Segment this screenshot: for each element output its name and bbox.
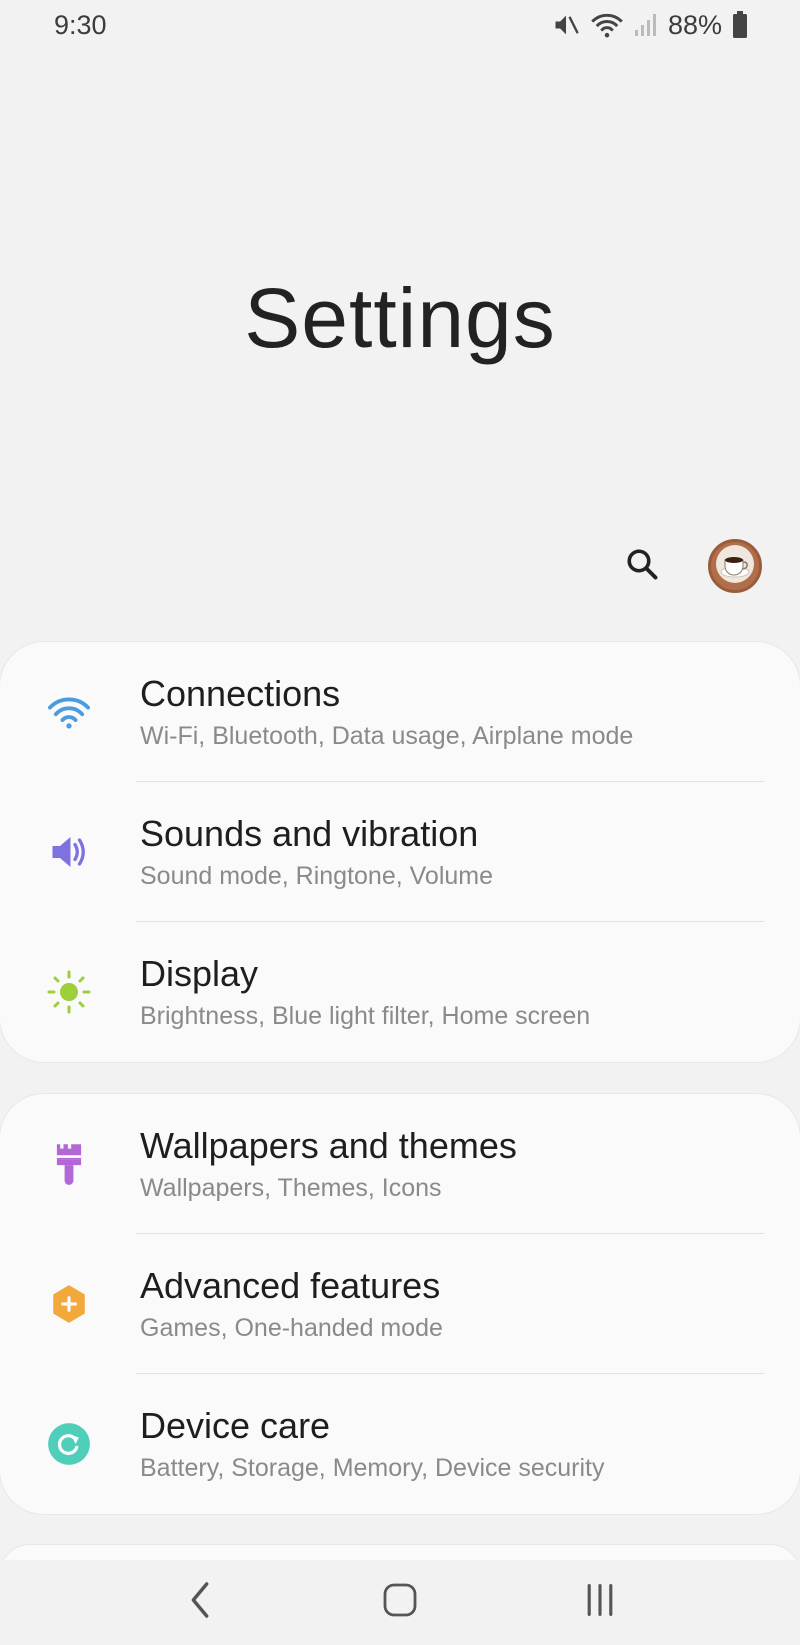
item-title: Display bbox=[140, 953, 259, 994]
navigation-bar bbox=[0, 1560, 800, 1645]
item-subtitle: Games, One-handed mode bbox=[140, 1314, 443, 1342]
recents-button[interactable] bbox=[560, 1563, 640, 1643]
item-subtitle: Brightness, Blue light filter, Home scre… bbox=[140, 1002, 591, 1030]
home-icon bbox=[380, 1580, 420, 1625]
item-title: Sounds and vibration bbox=[140, 813, 479, 854]
item-title: Advanced features bbox=[140, 1265, 441, 1306]
item-title: Device care bbox=[140, 1405, 331, 1446]
speaker-icon bbox=[44, 827, 94, 877]
back-icon bbox=[185, 1580, 215, 1625]
settings-item-advanced[interactable]: Advanced features Games, One-handed mode bbox=[0, 1234, 800, 1374]
device-care-icon bbox=[44, 1419, 94, 1469]
battery-percent: 88% bbox=[667, 9, 722, 40]
item-subtitle: Wi-Fi, Bluetooth, Data usage, Airplane m… bbox=[140, 722, 634, 750]
settings-screen: 9:30 88% Settings Connections Wi-Fi, Blu… bbox=[0, 0, 800, 1645]
status-icons: 88% bbox=[552, 10, 748, 41]
settings-item-display[interactable]: Display Brightness, Blue light filter, H… bbox=[0, 922, 800, 1062]
paintbrush-icon bbox=[44, 1139, 94, 1189]
item-title: Connections bbox=[140, 673, 341, 714]
battery-icon bbox=[732, 11, 748, 39]
settings-item-connections[interactable]: Connections Wi-Fi, Bluetooth, Data usage… bbox=[0, 642, 800, 782]
profile-avatar[interactable] bbox=[708, 539, 762, 593]
item-subtitle: Sound mode, Ringtone, Volume bbox=[140, 862, 494, 890]
item-subtitle: Wallpapers, Themes, Icons bbox=[140, 1174, 442, 1202]
recents-icon bbox=[582, 1582, 618, 1623]
signal-icon bbox=[634, 12, 658, 38]
settings-group-2: Wallpapers and themes Wallpapers, Themes… bbox=[0, 1094, 800, 1514]
search-button[interactable] bbox=[614, 538, 670, 594]
sun-icon bbox=[44, 967, 94, 1017]
status-time: 9:30 bbox=[54, 9, 107, 40]
status-bar: 9:30 88% bbox=[0, 0, 800, 50]
back-button[interactable] bbox=[160, 1563, 240, 1643]
wifi-icon bbox=[44, 687, 94, 737]
settings-item-sounds[interactable]: Sounds and vibration Sound mode, Rington… bbox=[0, 782, 800, 922]
settings-item-wallpapers[interactable]: Wallpapers and themes Wallpapers, Themes… bbox=[0, 1094, 800, 1234]
settings-group-1: Connections Wi-Fi, Bluetooth, Data usage… bbox=[0, 642, 800, 1062]
search-icon bbox=[624, 546, 660, 587]
coffee-cup-icon bbox=[715, 544, 755, 589]
mute-icon bbox=[552, 11, 580, 39]
home-button[interactable] bbox=[360, 1563, 440, 1643]
wifi-status-icon bbox=[590, 11, 624, 39]
gear-plus-icon bbox=[44, 1279, 94, 1329]
page-title: Settings bbox=[244, 271, 556, 365]
item-subtitle: Battery, Storage, Memory, Device securit… bbox=[140, 1454, 605, 1482]
header-actions bbox=[614, 538, 762, 594]
settings-item-device-care[interactable]: Device care Battery, Storage, Memory, De… bbox=[0, 1374, 800, 1514]
item-title: Wallpapers and themes bbox=[140, 1125, 517, 1166]
